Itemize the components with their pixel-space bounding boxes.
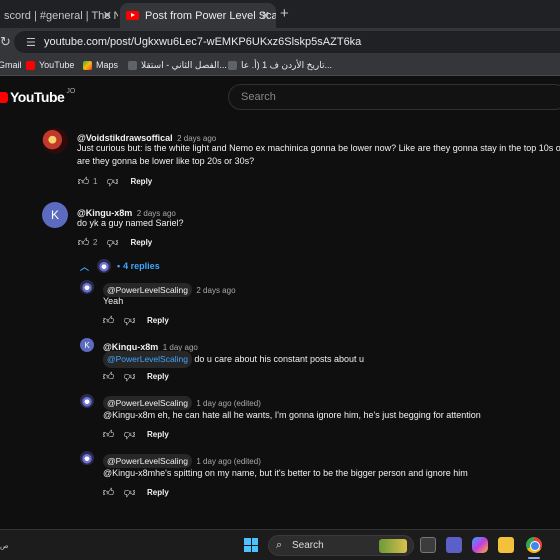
youtube-logo[interactable]: YouTube JO <box>0 88 75 105</box>
bookmark-gmail[interactable]: Gmail <box>0 60 22 70</box>
reply-text: @PowerLevelScaling do u care about his c… <box>103 351 364 368</box>
taskbar-search-input[interactable]: ⌕ Search <box>268 535 414 556</box>
bookmark-icon <box>228 61 237 70</box>
reply-text: Yeah <box>103 296 124 306</box>
new-tab-button[interactable]: + <box>280 5 289 22</box>
reply-actions: 👍︎ 👍︎ Reply <box>101 486 169 499</box>
search-highlight-icon <box>379 539 407 553</box>
search-input[interactable]: Search <box>228 84 560 110</box>
reply-actions: 👍︎ 👍︎ Reply <box>101 370 169 383</box>
omnibox[interactable]: ☰ youtube.com/post/Ugkxwu6Lec7-wEMKP6UKx… <box>14 31 560 53</box>
replies-toggle-button[interactable]: ︿ • 4 replies <box>80 259 160 273</box>
dislike-icon[interactable]: 👍︎ <box>122 486 137 499</box>
comment-time[interactable]: 2 days ago <box>196 286 235 295</box>
bookmarks-bar: Gmail YouTube Maps الفصل الثاني - استقلا… <box>0 56 560 76</box>
comment-actions: 👍︎ 2 👍︎ Reply <box>76 236 153 249</box>
taskbar-left-text: ص <box>0 543 9 550</box>
reply-button[interactable]: Reply <box>130 238 152 247</box>
avatar[interactable]: K <box>80 338 94 352</box>
reply-actions: 👍︎ 👍︎ Reply <box>101 314 169 327</box>
teams-icon[interactable] <box>446 537 462 553</box>
reply-button[interactable]: Reply <box>147 488 169 497</box>
dislike-icon[interactable]: 👍︎ <box>105 236 120 249</box>
bookmark-icon <box>128 61 137 70</box>
like-icon[interactable]: 👍︎ <box>101 314 116 327</box>
copilot-icon[interactable] <box>472 537 488 553</box>
mention-link[interactable]: @PowerLevelScaling <box>103 351 192 368</box>
reply-button[interactable]: Reply <box>130 177 152 186</box>
comment-author[interactable]: @PowerLevelScaling <box>103 396 192 410</box>
reload-icon[interactable]: ↻ <box>0 34 11 50</box>
bookmark-maps[interactable]: Maps <box>83 60 118 70</box>
avatar[interactable] <box>80 451 94 465</box>
search-icon: ⌕ <box>276 539 283 551</box>
tab-label: scord | #general | The New <box>4 9 118 22</box>
comment-text: are they gonna be lower like top 20s or … <box>77 156 255 166</box>
dislike-icon[interactable]: 👍︎ <box>122 314 137 327</box>
reply-button[interactable]: Reply <box>147 430 169 439</box>
tab-post[interactable]: Post from Power Level Scaling ✕ <box>120 3 276 28</box>
site-info-icon[interactable]: ☰ <box>26 36 36 49</box>
bookmark-youtube[interactable]: YouTube <box>26 60 74 70</box>
avatar <box>97 259 112 273</box>
address-bar-row: ↻ ☰ youtube.com/post/Ugkxwu6Lec7-wEMKP6U… <box>0 28 560 56</box>
youtube-logo-icon <box>0 91 8 103</box>
dislike-icon[interactable]: 👍︎ <box>122 370 137 383</box>
like-icon[interactable]: 👍︎ <box>76 175 91 188</box>
bookmark-arabic-1[interactable]: الفصل الثاني - استقلا... <box>128 60 227 71</box>
maps-icon <box>83 60 92 70</box>
active-app-indicator <box>528 557 540 559</box>
comment-text: Just curious but: is the white light and… <box>77 143 560 153</box>
chevron-up-icon: ︿ <box>80 261 90 272</box>
comment-time[interactable]: 1 day ago (edited) <box>196 399 261 408</box>
comment-actions: 👍︎ 1 👍︎ Reply <box>76 175 153 188</box>
like-count: 2 <box>93 238 98 247</box>
youtube-header: YouTube JO Search <box>0 77 560 117</box>
avatar[interactable]: K <box>42 202 68 228</box>
avatar[interactable] <box>80 280 94 294</box>
windows-taskbar: ص ⌕ Search <box>0 529 560 560</box>
chrome-icon[interactable] <box>526 537 542 553</box>
avatar[interactable] <box>80 394 94 408</box>
bookmark-arabic-2[interactable]: تاريخ الأردن ف 1 (أ. عا... <box>228 60 332 71</box>
avatar[interactable] <box>42 128 68 154</box>
youtube-favicon-icon <box>126 11 139 20</box>
comment-text: do yk a guy named Sariel? <box>77 218 184 228</box>
dislike-icon[interactable]: 👍︎ <box>122 428 137 441</box>
like-icon[interactable]: 👍︎ <box>101 370 116 383</box>
browser-tab-bar: scord | #general | The New ✕ Post from P… <box>0 0 560 28</box>
tab-label: Post from Power Level Scaling <box>145 9 276 22</box>
close-tab-icon[interactable]: ✕ <box>261 9 270 22</box>
comment-author[interactable]: @PowerLevelScaling <box>103 454 192 468</box>
reply-actions: 👍︎ 👍︎ Reply <box>101 428 169 441</box>
comment-time[interactable]: 1 day ago (edited) <box>196 457 261 466</box>
reply-text: @Kingu-x8m eh, he can hate all he wants,… <box>103 410 481 420</box>
file-explorer-icon[interactable] <box>498 537 514 553</box>
reply-button[interactable]: Reply <box>147 316 169 325</box>
tab-discord[interactable]: scord | #general | The New ✕ <box>0 3 118 28</box>
like-icon[interactable]: 👍︎ <box>101 428 116 441</box>
like-count: 1 <box>93 177 98 186</box>
reply-button[interactable]: Reply <box>147 372 169 381</box>
dislike-icon[interactable]: 👍︎ <box>105 175 120 188</box>
replies-count: 4 replies <box>123 261 160 271</box>
like-icon[interactable]: 👍︎ <box>76 236 91 249</box>
like-icon[interactable]: 👍︎ <box>101 486 116 499</box>
task-view-icon[interactable] <box>420 537 436 553</box>
bullet-icon: • <box>117 261 121 271</box>
close-tab-icon[interactable]: ✕ <box>103 9 112 22</box>
url-text[interactable]: youtube.com/post/Ugkxwu6Lec7-wEMKP6UKxz6… <box>44 36 361 48</box>
youtube-icon <box>26 60 35 70</box>
windows-start-icon[interactable] <box>244 538 258 552</box>
reply-text: @Kingu-x8mhe's spitting on my name, but … <box>103 468 468 478</box>
